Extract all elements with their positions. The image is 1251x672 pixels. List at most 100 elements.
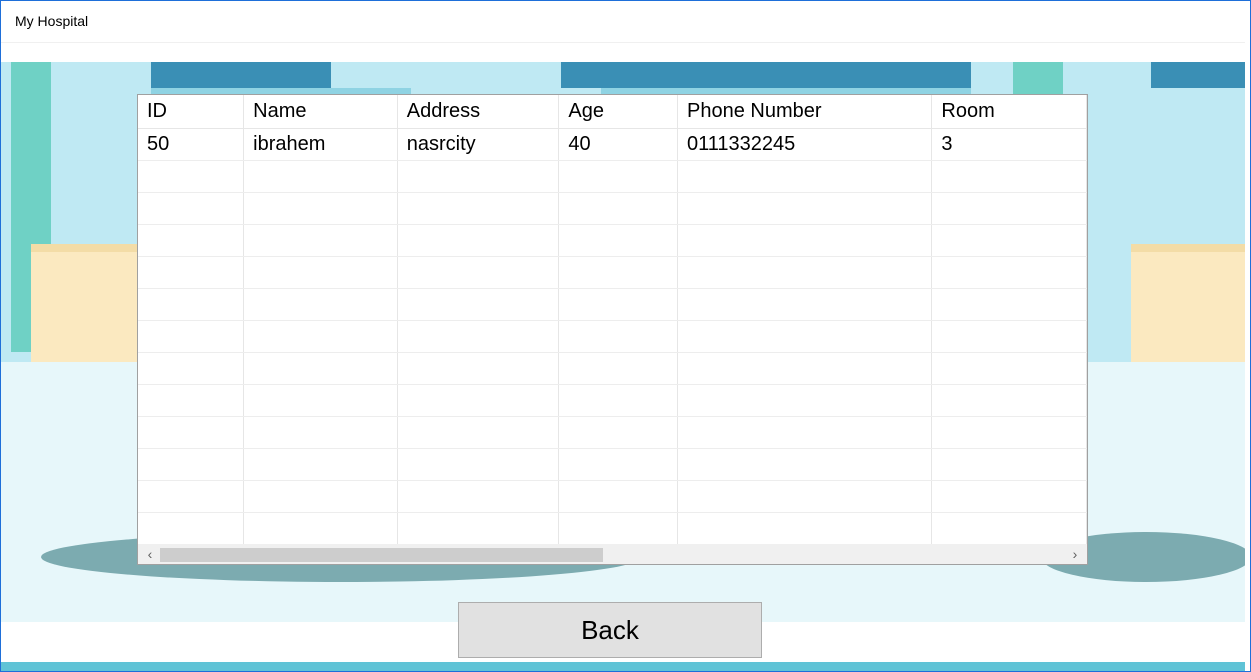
patients-data-grid[interactable]: ID Name Address Age Phone Number Room 50… — [137, 94, 1088, 565]
empty-row — [138, 480, 1087, 513]
empty-cell — [138, 384, 245, 417]
cell-age[interactable]: 40 — [558, 128, 678, 161]
empty-cell — [243, 512, 398, 545]
empty-row — [138, 416, 1087, 449]
cell-room[interactable]: 3 — [931, 128, 1087, 161]
empty-row — [138, 160, 1087, 193]
empty-cell — [931, 352, 1087, 385]
empty-cell — [243, 448, 398, 481]
empty-cell — [931, 384, 1087, 417]
table-row[interactable]: 50 ibrahem nasrcity 40 0111332245 3 — [138, 128, 1087, 161]
scroll-left-arrow-icon[interactable]: ‹ — [143, 545, 157, 564]
empty-cell — [677, 448, 933, 481]
empty-row — [138, 320, 1087, 353]
empty-cell — [931, 512, 1087, 545]
empty-cell — [558, 320, 678, 353]
empty-cell — [397, 160, 560, 193]
empty-cell — [558, 288, 678, 321]
empty-cell — [558, 512, 678, 545]
empty-cell — [243, 352, 398, 385]
empty-cell — [558, 384, 678, 417]
empty-cell — [931, 224, 1087, 257]
empty-cell — [138, 416, 245, 449]
column-header-id[interactable]: ID — [138, 95, 245, 129]
empty-cell — [558, 448, 678, 481]
empty-cell — [931, 256, 1087, 289]
empty-cell — [243, 480, 398, 513]
empty-cell — [138, 256, 245, 289]
back-button[interactable]: Back — [458, 602, 762, 658]
empty-cell — [677, 160, 933, 193]
empty-cell — [397, 512, 560, 545]
empty-cell — [243, 384, 398, 417]
empty-cell — [677, 480, 933, 513]
empty-cell — [397, 192, 560, 225]
column-header-age[interactable]: Age — [558, 95, 678, 129]
empty-cell — [138, 480, 245, 513]
header-gap — [1, 43, 1245, 62]
column-header-room[interactable]: Room — [931, 95, 1087, 129]
empty-cell — [677, 320, 933, 353]
empty-cell — [558, 224, 678, 257]
empty-row — [138, 512, 1087, 545]
empty-cell — [138, 320, 245, 353]
empty-row — [138, 448, 1087, 481]
empty-cell — [931, 320, 1087, 353]
patients-table: ID Name Address Age Phone Number Room 50… — [138, 95, 1087, 545]
empty-cell — [677, 224, 933, 257]
empty-cell — [397, 352, 560, 385]
empty-cell — [243, 224, 398, 257]
reception-counter — [1131, 244, 1245, 372]
empty-cell — [243, 416, 398, 449]
column-header-name[interactable]: Name — [243, 95, 398, 129]
empty-cell — [677, 192, 933, 225]
cell-address[interactable]: nasrcity — [397, 128, 560, 161]
empty-cell — [138, 288, 245, 321]
empty-row — [138, 192, 1087, 225]
empty-row — [138, 384, 1087, 417]
empty-cell — [397, 480, 560, 513]
cell-name[interactable]: ibrahem — [243, 128, 398, 161]
column-header-address[interactable]: Address — [397, 95, 560, 129]
empty-cell — [397, 448, 560, 481]
empty-cell — [558, 480, 678, 513]
header-row: ID Name Address Age Phone Number Room — [138, 95, 1087, 129]
scroll-right-arrow-icon[interactable]: › — [1068, 545, 1082, 564]
empty-cell — [558, 416, 678, 449]
empty-cell — [558, 160, 678, 193]
empty-cell — [677, 288, 933, 321]
window-frame-top — [1151, 62, 1245, 88]
column-header-phone-number[interactable]: Phone Number — [677, 95, 933, 129]
scrollbar-thumb[interactable] — [160, 548, 603, 562]
window-frame-top — [151, 62, 331, 88]
empty-cell — [677, 352, 933, 385]
empty-cell — [138, 160, 245, 193]
empty-cell — [931, 288, 1087, 321]
empty-cell — [558, 352, 678, 385]
window-title: My Hospital — [15, 13, 89, 29]
empty-row — [138, 288, 1087, 321]
empty-cell — [138, 512, 245, 545]
empty-cell — [138, 192, 245, 225]
empty-cell — [677, 512, 933, 545]
empty-cell — [931, 160, 1087, 193]
empty-cell — [677, 416, 933, 449]
title-bar[interactable]: My Hospital — [1, 1, 1245, 43]
horizontal-scrollbar[interactable]: ‹ › — [138, 544, 1087, 564]
empty-cell — [558, 256, 678, 289]
empty-cell — [931, 192, 1087, 225]
empty-cell — [243, 256, 398, 289]
empty-cell — [138, 352, 245, 385]
empty-cell — [397, 416, 560, 449]
empty-cell — [931, 448, 1087, 481]
cell-id[interactable]: 50 — [138, 128, 245, 161]
empty-cell — [138, 448, 245, 481]
empty-cell — [397, 320, 560, 353]
empty-cell — [243, 192, 398, 225]
empty-cell — [397, 256, 560, 289]
empty-cell — [931, 416, 1087, 449]
empty-cell — [397, 288, 560, 321]
cell-phone-number[interactable]: 0111332245 — [677, 128, 933, 161]
empty-cell — [243, 320, 398, 353]
reception-counter — [31, 244, 141, 372]
